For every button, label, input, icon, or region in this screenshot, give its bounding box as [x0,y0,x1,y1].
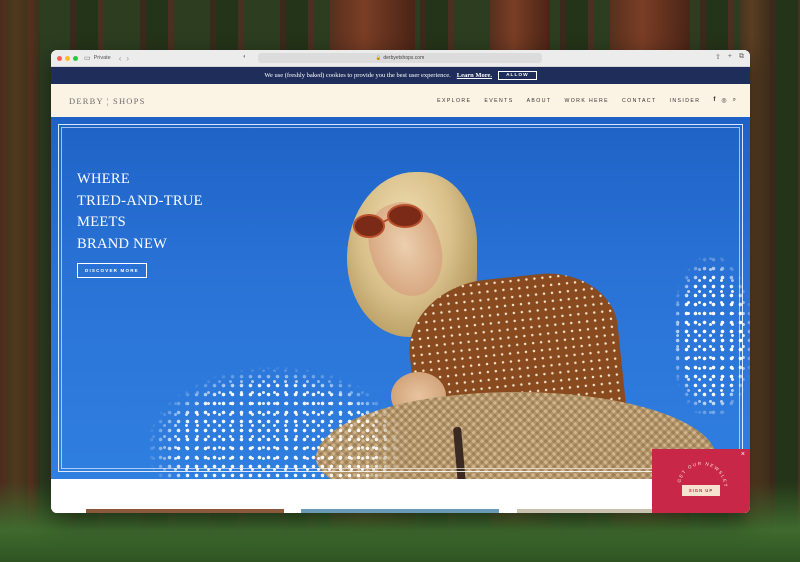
baby-breath-flowers-right [646,237,750,437]
nav-item-insider[interactable]: INSIDER [670,98,701,104]
browser-window: ▭ Private ‹› ◐ 🔒 derbyetshops.com ⇧ + ⧉ … [51,50,750,513]
instagram-icon[interactable]: ◎ [721,97,726,104]
sign-up-button[interactable]: SIGN UP [682,485,720,496]
zoom-window-button[interactable] [73,55,78,61]
private-mode-label: Private [93,55,111,61]
site-header: DERBY ¦ SHOPS EXPLORE EVENTS ABOUT WORK … [51,84,750,117]
close-icon[interactable]: × [741,451,745,458]
main-navigation: EXPLORE EVENTS ABOUT WORK HERE CONTACT I… [437,84,736,117]
content-thumbnail[interactable] [301,509,499,513]
tree-trunk [0,0,40,562]
minimize-window-button[interactable] [65,55,70,61]
nav-item-work-here[interactable]: WORK HERE [564,98,609,104]
nav-item-contact[interactable]: CONTACT [622,98,657,104]
search-icon[interactable]: ⌕ [733,97,736,104]
lock-icon: 🔒 [375,55,382,60]
headline-line: BRAND NEW [77,235,168,252]
nav-item-explore[interactable]: EXPLORE [437,98,471,104]
headline-line: WHERE [77,171,131,187]
discover-more-button[interactable]: DISCOVER MORE [77,263,147,278]
address-bar[interactable]: 🔒 derbyetshops.com [258,53,542,63]
hero-headline: WHERE TRIED-AND-TRUE MEETS BRAND NEW [77,169,203,255]
sunglasses-graphic [353,204,423,238]
url-text: derbyetshops.com [383,55,425,61]
sidebar-icon[interactable]: ▭ [84,55,91,62]
cookie-message: We use (freshly baked) cookies to provid… [264,72,451,79]
svg-text:GET OUR NEWSLETTER: GET OUR NEWSLETTER [672,453,728,488]
back-forward-icons[interactable]: ‹› [119,54,134,63]
tabs-overview-icon[interactable]: ⧉ [739,53,744,61]
close-window-button[interactable] [57,55,62,61]
allow-cookies-button[interactable]: ALLOW [498,71,537,80]
content-thumbnail[interactable] [517,509,657,513]
newsletter-ring-text: GET OUR NEWSLETTER [672,453,728,488]
newsletter-ring-label: GET OUR NEWSLETTER [672,453,727,488]
browser-titlebar: ▭ Private ‹› ◐ 🔒 derbyetshops.com ⇧ + ⧉ [51,50,750,67]
newsletter-popup: × GET OUR NEWSLETTER SIGN UP [652,449,750,513]
share-icon[interactable]: ⇧ [715,53,721,61]
privacy-shield-icon[interactable]: ◐ [243,54,247,60]
social-links: f ◎ ⌕ [713,97,736,104]
site-logo[interactable]: DERBY ¦ SHOPS [69,96,146,106]
headline-line: TRIED-AND-TRUE [77,192,203,209]
content-thumbnail[interactable] [86,509,284,513]
headline-line: MEETS [77,214,127,230]
nav-item-events[interactable]: EVENTS [484,98,513,104]
facebook-icon[interactable]: f [713,97,715,104]
new-tab-icon[interactable]: + [728,53,732,61]
window-controls [57,55,78,61]
learn-more-link[interactable]: Learn More. [457,72,492,79]
nav-item-about[interactable]: ABOUT [527,98,552,104]
cookie-banner: We use (freshly baked) cookies to provid… [51,67,750,84]
baby-breath-flowers-left [111,327,411,479]
browser-toolbar-right: ⇧ + ⧉ [715,53,744,61]
content-strip [51,479,750,513]
hero-banner: WHERE TRIED-AND-TRUE MEETS BRAND NEW DIS… [51,117,750,479]
